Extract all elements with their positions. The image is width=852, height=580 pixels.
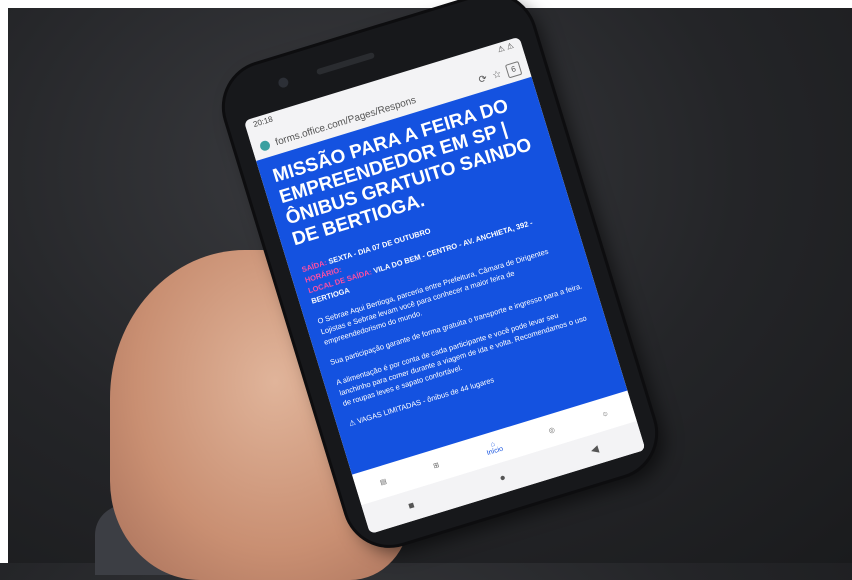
home-button-icon[interactable]: ● [498,472,507,484]
front-camera [277,76,290,89]
nav-profile-icon[interactable]: ☺ [601,410,610,419]
tabs-count-icon[interactable]: 6 [504,60,523,79]
refresh-icon[interactable]: ⟳ [477,73,488,86]
nav-home-label: Início [485,445,505,458]
nav-home[interactable]: ⌂ Início [484,439,504,457]
top-border [0,0,852,8]
back-icon[interactable]: ◀ [589,443,600,456]
star-icon[interactable]: ☆ [491,68,503,81]
photo-scene: 20:18 ⚠ ⚠ forms.office.com/Pages/Respons… [0,0,852,580]
nav-game-icon[interactable]: ◎ [548,426,556,435]
left-border [0,0,8,563]
earpiece-speaker [315,51,376,76]
nav-apps-icon[interactable]: ▤ [379,477,387,487]
site-icon [258,139,272,152]
nav-add-icon[interactable]: ⊞ [432,461,441,470]
recent-apps-icon[interactable]: ■ [407,500,416,512]
